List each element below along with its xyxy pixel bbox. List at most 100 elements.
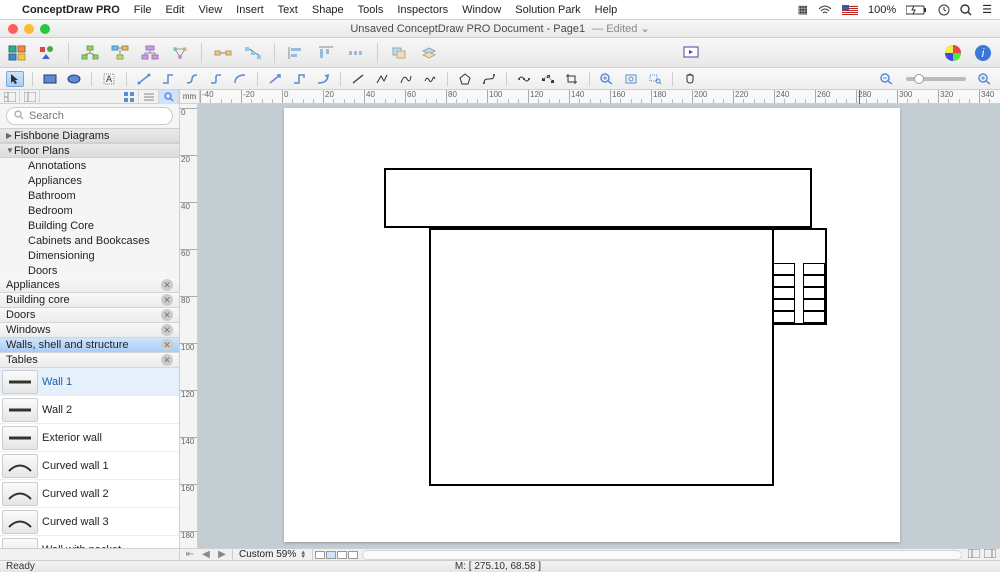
shape-wall-2[interactable]: Wall 2	[0, 396, 179, 424]
zoom-region-tool[interactable]	[646, 71, 664, 87]
library-item-dimensioning[interactable]: Dimensioning	[0, 248, 179, 263]
crop-tool[interactable]	[563, 71, 581, 87]
info-icon[interactable]: i	[972, 42, 994, 64]
view-grid-button[interactable]	[119, 90, 139, 104]
connector-arrow3-tool[interactable]	[314, 71, 332, 87]
process-icon[interactable]	[242, 42, 264, 64]
category-close-icon[interactable]: ✕	[161, 339, 173, 351]
zoom-stepper[interactable]: ▲▼	[300, 551, 306, 559]
library-group-floorplans[interactable]: ▼Floor Plans	[0, 143, 179, 158]
rectangle-tool[interactable]	[41, 71, 59, 87]
tree-diagram-icon[interactable]	[79, 42, 101, 64]
horizontal-ruler[interactable]: -40-200204060801001201401601802002202402…	[200, 90, 1000, 103]
app-menu[interactable]: ConceptDraw PRO	[22, 4, 120, 16]
flowchart-icon[interactable]	[109, 42, 131, 64]
menu-text[interactable]: Text	[278, 4, 298, 16]
wall-segment-right[interactable]	[772, 325, 774, 486]
library-item-bedroom[interactable]: Bedroom	[0, 203, 179, 218]
network-diagram-icon[interactable]	[169, 42, 191, 64]
polyline-tool[interactable]	[373, 71, 391, 87]
library-panel-icon[interactable]	[6, 42, 28, 64]
category-close-icon[interactable]: ✕	[161, 309, 173, 321]
category-doors[interactable]: Doors✕	[0, 308, 179, 323]
menu-shape[interactable]: Shape	[312, 4, 344, 16]
window-close-button[interactable]	[8, 24, 18, 34]
wall-rect-top[interactable]	[384, 168, 812, 228]
zoom-in-button[interactable]	[976, 71, 994, 87]
pointer-tool[interactable]	[6, 71, 24, 87]
library-item-appliances[interactable]: Appliances	[0, 173, 179, 188]
menu-tools[interactable]: Tools	[358, 4, 384, 16]
connector-round-tool[interactable]	[207, 71, 225, 87]
statusitem-flag-icon[interactable]	[842, 5, 858, 15]
category-tables[interactable]: Tables✕	[0, 353, 179, 368]
distribute-icon[interactable]	[345, 42, 367, 64]
menu-file[interactable]: File	[134, 4, 152, 16]
window-zoom-button[interactable]	[40, 24, 50, 34]
shape-curved-wall-3[interactable]: Curved wall 3	[0, 508, 179, 536]
wall-segment-bottom[interactable]	[429, 484, 774, 486]
zoom-level-label[interactable]: Custom 59%	[239, 549, 296, 560]
category-windows[interactable]: Windows✕	[0, 323, 179, 338]
view-list-button[interactable]	[139, 90, 159, 104]
menu-window[interactable]: Window	[462, 4, 501, 16]
page-next-button[interactable]: ▶	[216, 549, 228, 560]
category-close-icon[interactable]: ✕	[161, 279, 173, 291]
menu-solution-park[interactable]: Solution Park	[515, 4, 580, 16]
statusitem-battery-icon[interactable]	[906, 5, 928, 15]
presentation-icon[interactable]	[680, 42, 702, 64]
menu-view[interactable]: View	[199, 4, 223, 16]
connector-curve-tool[interactable]	[183, 71, 201, 87]
category-appliances[interactable]: Appliances✕	[0, 278, 179, 293]
ellipse-tool[interactable]	[65, 71, 83, 87]
view-mode-1-icon[interactable]	[968, 549, 980, 561]
category-walls-shell-and-structure[interactable]: Walls, shell and structure✕	[0, 338, 179, 353]
vertical-ruler[interactable]: 020406080100120140160180	[180, 104, 198, 548]
category-close-icon[interactable]: ✕	[161, 354, 173, 366]
menu-insert[interactable]: Insert	[236, 4, 264, 16]
menu-help[interactable]: Help	[595, 4, 618, 16]
zoom-slider[interactable]	[906, 77, 966, 81]
shapes-palette-icon[interactable]	[36, 42, 58, 64]
polygon-tool[interactable]	[456, 71, 474, 87]
connector-arc-tool[interactable]	[231, 71, 249, 87]
connector-direct-tool[interactable]	[135, 71, 153, 87]
page-prev-button[interactable]: ◀	[200, 549, 212, 560]
chain-diagram-icon[interactable]	[212, 42, 234, 64]
connector-arrow1-tool[interactable]	[266, 71, 284, 87]
text-tool[interactable]: A	[100, 71, 118, 87]
library-item-annotations[interactable]: Annotations	[0, 158, 179, 173]
wall-rect-main[interactable]	[429, 228, 774, 486]
edit-points-tool[interactable]	[539, 71, 557, 87]
category-building-core[interactable]: Building core✕	[0, 293, 179, 308]
shape-curved-wall-2[interactable]: Curved wall 2	[0, 480, 179, 508]
library-item-bathroom[interactable]: Bathroom	[0, 188, 179, 203]
statusitem-menu-icon[interactable]: ☰	[982, 3, 992, 16]
panel-toggle-2[interactable]	[20, 90, 40, 104]
view-search-button[interactable]	[159, 90, 179, 104]
document-edited-indicator[interactable]: — Edited ⌄	[592, 23, 650, 35]
connector-arrow2-tool[interactable]	[290, 71, 308, 87]
line-tool[interactable]	[349, 71, 367, 87]
shape-wall-1[interactable]: Wall 1	[0, 368, 179, 396]
library-group-fishbone[interactable]: ▶Fishbone Diagrams	[0, 128, 179, 143]
statusitem-grid-icon[interactable]: ▦	[798, 3, 808, 16]
color-wheel-icon[interactable]	[942, 42, 964, 64]
spline-tool[interactable]	[515, 71, 533, 87]
layers-icon[interactable]	[418, 42, 440, 64]
zoom-fit-tool[interactable]	[622, 71, 640, 87]
library-item-building-core[interactable]: Building Core	[0, 218, 179, 233]
category-close-icon[interactable]: ✕	[161, 324, 173, 336]
align-top-icon[interactable]	[315, 42, 337, 64]
window-minimize-button[interactable]	[24, 24, 34, 34]
group-icon[interactable]	[388, 42, 410, 64]
drawing-canvas[interactable]	[198, 104, 1000, 548]
connector-smart-tool[interactable]	[159, 71, 177, 87]
align-left-icon[interactable]	[285, 42, 307, 64]
bezier-tool[interactable]	[480, 71, 498, 87]
category-close-icon[interactable]: ✕	[161, 294, 173, 306]
page-first-button[interactable]: ⇤	[184, 549, 196, 560]
statusitem-clock-icon[interactable]	[938, 4, 950, 16]
library-search-input[interactable]	[6, 107, 173, 125]
shape-wall-with-pocket[interactable]: Wall with pocket	[0, 536, 179, 548]
